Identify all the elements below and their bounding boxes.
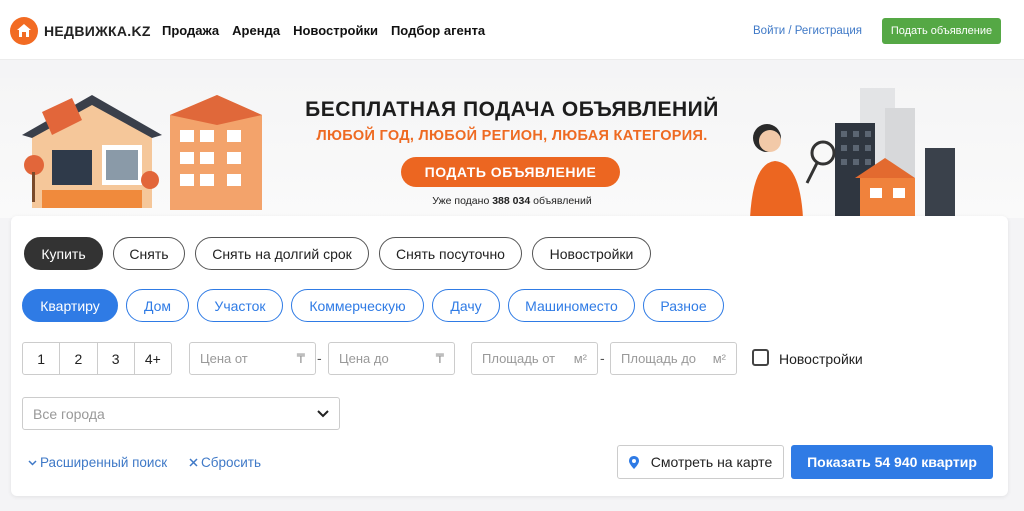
area-to-input[interactable]: Площадь до м² [610,342,737,375]
currency-icon: ₸ [296,350,305,366]
nav-item-new-buildings[interactable]: Новостройки [293,23,378,38]
city-illustration [750,88,955,218]
login-link[interactable]: Войти / Регистрация [753,25,862,37]
type-commercial[interactable]: Коммерческую [291,289,424,322]
rooms-option-3[interactable]: 3 [98,343,135,374]
type-parking[interactable]: Машиноместо [508,289,635,322]
close-icon [189,458,198,467]
area-unit: м² [573,351,587,366]
site-header: НЕДВИЖКА.KZ Продажа Аренда Новостройки П… [0,0,1024,60]
map-pin-icon [628,455,639,469]
currency-icon: ₸ [435,350,444,366]
type-house[interactable]: Дом [126,289,189,322]
show-results-button[interactable]: Показать 54 940 квартир [791,445,993,479]
chevron-down-icon [317,409,329,417]
main-nav: Продажа Аренда Новостройки Подбор агента [162,23,485,38]
logo-text: НЕДВИЖКА.KZ [44,23,151,39]
range-dash: - [317,350,322,366]
house-logo-icon [10,17,38,45]
new-buildings-label: Новостройки [779,351,863,367]
type-other[interactable]: Разное [643,289,724,322]
nav-item-rent[interactable]: Аренда [232,23,280,38]
logo[interactable]: НЕДВИЖКА.KZ [10,17,151,45]
range-dash: - [600,350,605,366]
nav-item-agent-search[interactable]: Подбор агента [391,23,485,38]
tab-new-buildings[interactable]: Новостройки [532,237,651,270]
rooms-option-2[interactable]: 2 [60,343,98,374]
promo-banner: БЕСПЛАТНАЯ ПОДАЧА ОБЪЯВЛЕНИЙ ЛЮБОЙ ГОД, … [0,78,1024,218]
tab-long-term-rent[interactable]: Снять на долгий срок [195,237,369,270]
reset-link[interactable]: Сбросить [189,455,261,470]
tab-buy[interactable]: Купить [24,237,103,270]
type-dacha[interactable]: Дачу [432,289,500,322]
price-from-input[interactable]: Цена от ₸ [189,342,316,375]
nav-item-sale[interactable]: Продажа [162,23,219,38]
tab-daily-rent[interactable]: Снять посуточно [379,237,522,270]
price-to-input[interactable]: Цена до ₸ [328,342,455,375]
area-from-input[interactable]: Площадь от м² [471,342,598,375]
post-ad-button[interactable]: Подать объявление [882,18,1001,44]
chevron-down-icon [28,459,37,466]
advanced-search-link[interactable]: Расширенный поиск [28,455,167,470]
view-on-map-button[interactable]: Смотреть на карте [617,445,784,479]
city-select[interactable]: Все города [22,397,340,430]
rooms-option-4plus[interactable]: 4+ [135,343,171,374]
type-apartment[interactable]: Квартиру [22,289,118,322]
area-unit: м² [712,351,726,366]
new-buildings-checkbox[interactable] [752,349,769,366]
tab-rent[interactable]: Снять [113,237,185,270]
rooms-selector: 1 2 3 4+ [22,342,172,375]
rooms-option-1[interactable]: 1 [23,343,61,374]
type-land[interactable]: Участок [197,289,283,322]
banner-post-ad-button[interactable]: ПОДАТЬ ОБЪЯВЛЕНИЕ [401,157,620,187]
